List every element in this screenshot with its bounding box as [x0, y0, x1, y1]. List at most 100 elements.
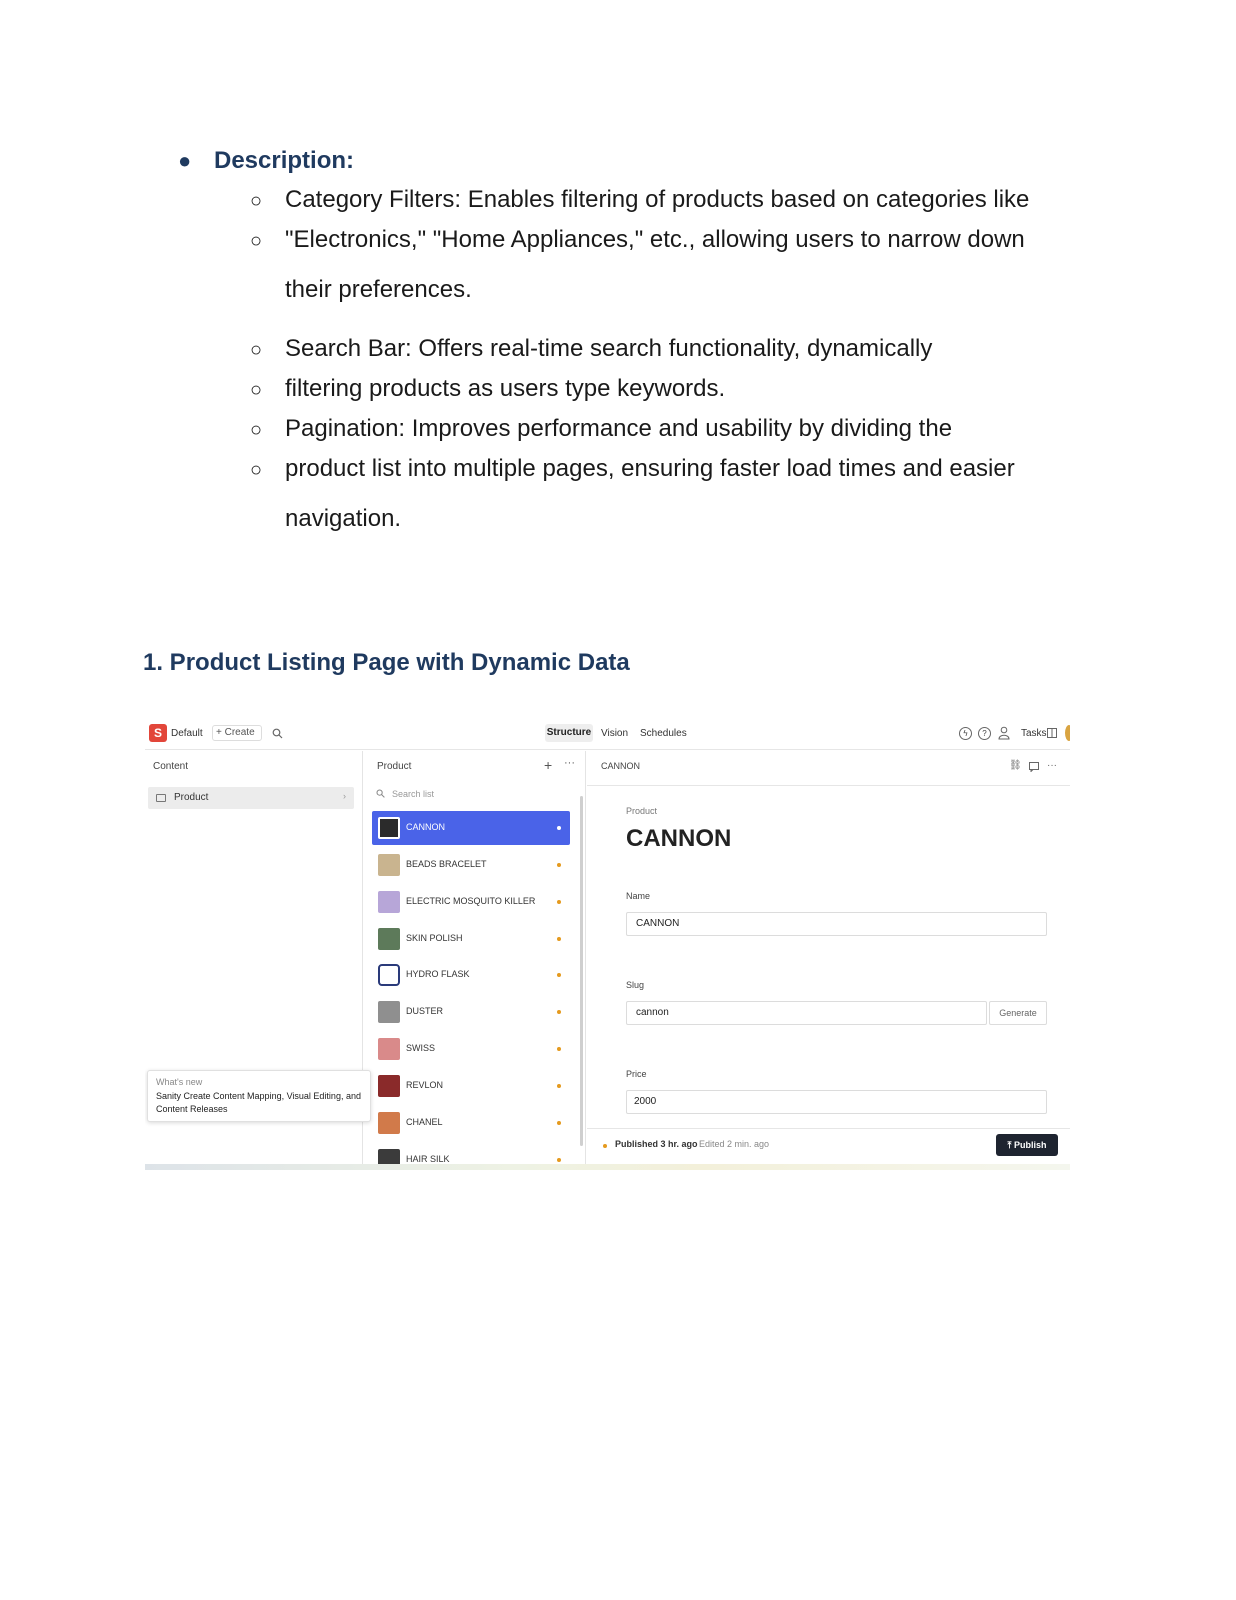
list-item-label: SKIN POLISH: [406, 933, 463, 943]
tab-vision[interactable]: Vision: [601, 727, 628, 741]
tab-schedules[interactable]: Schedules: [640, 727, 687, 741]
edited-status: Edited 2 min. ago: [699, 1139, 770, 1149]
help-icon[interactable]: ?: [978, 727, 991, 740]
sub-bullet-marker: ○: [250, 339, 263, 361]
document-header: CANNON: [601, 761, 641, 771]
product-thumbnail: [378, 854, 400, 876]
description-line: "Electronics," "Home Appliances," etc., …: [285, 226, 1025, 253]
list-item[interactable]: ELECTRIC MOSQUITO KILLER: [372, 885, 570, 919]
sidebar-item-label: Product: [174, 792, 209, 803]
search-list-input[interactable]: Search list: [392, 789, 434, 799]
list-item-label: REVLON: [406, 1080, 444, 1090]
tasks-label[interactable]: Tasks: [1021, 727, 1047, 741]
list-item-label: CHANEL: [406, 1117, 443, 1127]
list-item-label: SWISS: [406, 1043, 436, 1053]
status-dot: [603, 1144, 607, 1148]
description-line: navigation.: [285, 505, 402, 532]
status-dot: [557, 863, 561, 867]
product-thumbnail: [378, 891, 400, 913]
bolt-icon[interactable]: ϟ: [959, 727, 972, 740]
sub-bullet-marker: ○: [250, 379, 263, 401]
name-label: Name: [626, 891, 651, 901]
divider: [587, 1128, 1070, 1129]
product-thumbnail: [378, 1075, 400, 1097]
list-item[interactable]: SKIN POLISH: [372, 922, 570, 956]
comment-icon[interactable]: [1029, 762, 1039, 772]
list-item-label: BEADS BRACELET: [406, 859, 487, 869]
published-status: Published 3 hr. ago: [615, 1139, 698, 1149]
status-dot: [557, 1158, 561, 1162]
list-item-label: DUSTER: [406, 1006, 444, 1016]
publish-button-label: Publish: [1013, 1140, 1047, 1150]
add-icon[interactable]: +: [544, 757, 552, 773]
sub-bullet-marker: ○: [250, 190, 263, 212]
price-label: Price: [626, 1069, 647, 1079]
more-icon[interactable]: ···: [564, 757, 575, 769]
status-dot: [557, 937, 561, 941]
document-title: CANNON: [626, 825, 732, 852]
list-item[interactable]: CANNON: [372, 811, 570, 845]
product-thumbnail: [378, 928, 400, 950]
search-icon[interactable]: [272, 728, 283, 739]
top-bar: S Default + Create Structure Vision Sche…: [145, 718, 1070, 750]
sub-bullet-marker: ○: [250, 419, 263, 441]
product-thumbnail: [378, 817, 400, 839]
tab-structure[interactable]: Structure: [545, 724, 593, 742]
user-icon[interactable]: [998, 726, 1010, 740]
status-dot: [557, 1047, 561, 1051]
list-item-label: HYDRO FLASK: [406, 969, 470, 979]
whats-new-popup[interactable]: What's new Sanity Create Content Mapping…: [147, 1070, 371, 1122]
link-icon[interactable]: ⛓: [1009, 760, 1022, 771]
workspace-label[interactable]: Default: [171, 727, 203, 741]
list-item-label: ELECTRIC MOSQUITO KILLER: [406, 896, 536, 906]
status-dot: [557, 900, 561, 904]
status-dot: [557, 1084, 561, 1088]
slug-label: Slug: [626, 980, 645, 990]
list-item[interactable]: CHANEL: [372, 1106, 570, 1140]
description-line: Category Filters: Enables filtering of p…: [285, 186, 1030, 213]
chevron-right-icon: ›: [343, 791, 346, 801]
description-line: their preferences.: [285, 276, 472, 303]
description-heading: Description:: [214, 147, 355, 174]
slug-field[interactable]: cannon: [626, 1001, 987, 1025]
sidebar-item-product[interactable]: Product ›: [148, 787, 354, 809]
list-item[interactable]: BEADS BRACELET: [372, 848, 570, 882]
list-item[interactable]: HYDRO FLASK: [372, 958, 570, 992]
generate-button[interactable]: Generate: [989, 1001, 1047, 1025]
sub-bullet-marker: ○: [250, 230, 263, 252]
scrollbar[interactable]: [580, 796, 583, 1146]
publish-button[interactable]: ⤒ Publish: [996, 1134, 1058, 1156]
divider: [587, 785, 1070, 786]
sub-bullet-marker: ○: [250, 459, 263, 481]
content-pane-title: Content: [153, 761, 189, 772]
description-line: Search Bar: Offers real-time search func…: [285, 335, 933, 362]
list-item[interactable]: SWISS: [372, 1032, 570, 1066]
description-line: product list into multiple pages, ensuri…: [285, 455, 1015, 482]
panel-icon[interactable]: [1047, 728, 1057, 738]
avatar[interactable]: [1065, 725, 1070, 741]
whats-new-body: Sanity Create Content Mapping, Visual Ed…: [156, 1091, 361, 1114]
product-thumbnail: [378, 1038, 400, 1060]
studio-logo[interactable]: S: [149, 724, 167, 742]
list-item-label: HAIR SILK: [406, 1154, 450, 1164]
list-item-label: CANNON: [406, 822, 446, 832]
create-button[interactable]: + Create: [212, 725, 262, 741]
price-field[interactable]: 2000: [626, 1090, 1047, 1114]
list-item[interactable]: DUSTER: [372, 995, 570, 1029]
product-thumbnail: [378, 964, 400, 986]
document-type: Product: [626, 806, 658, 816]
os-taskbar: [145, 1164, 1070, 1170]
status-dot: [557, 826, 561, 830]
search-icon: [376, 789, 385, 798]
section-heading: 1. Product Listing Page with Dynamic Dat…: [143, 649, 630, 676]
product-thumbnail: [378, 1001, 400, 1023]
whats-new-heading: What's new: [156, 1077, 203, 1087]
document-editor-pane: CANNON ⛓ ··· Product CANNON Name CANNON …: [587, 751, 1070, 1170]
name-field[interactable]: CANNON: [626, 912, 1047, 936]
product-pane-title: Product: [377, 761, 412, 772]
status-dot: [557, 1010, 561, 1014]
description-line: Pagination: Improves performance and usa…: [285, 415, 953, 442]
list-item[interactable]: REVLON: [372, 1069, 570, 1103]
more-icon[interactable]: ···: [1047, 760, 1057, 771]
product-thumbnail: [378, 1112, 400, 1134]
